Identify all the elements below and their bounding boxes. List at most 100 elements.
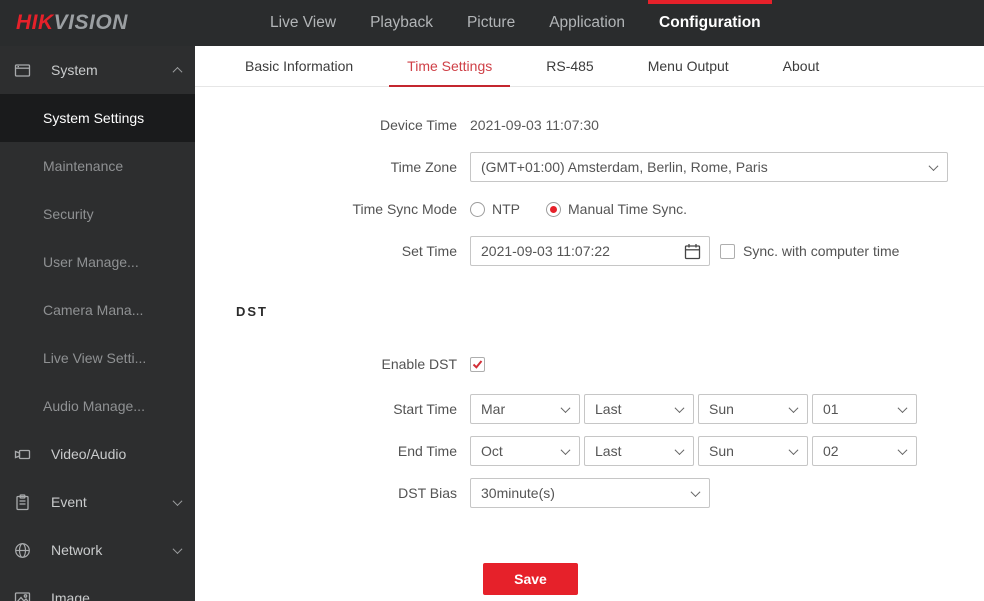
tab-time-settings[interactable]: Time Settings	[380, 46, 519, 87]
tab-basic-information[interactable]: Basic Information	[218, 46, 380, 86]
tab-label: About	[782, 58, 820, 74]
end-day-value: Sun	[709, 443, 734, 459]
time-zone-select[interactable]: (GMT+01:00) Amsterdam, Berlin, Rome, Par…	[470, 152, 948, 182]
chevron-down-icon	[172, 495, 183, 506]
manual-time-sync-label: Manual Time Sync.	[568, 201, 688, 217]
nav-label: Live View	[270, 14, 337, 31]
nav-application[interactable]: Application	[532, 0, 642, 46]
set-time-row: Set Time Sync. with computer time	[195, 236, 984, 266]
time-sync-mode-row: Time Sync Mode NTP Manual Time Sync.	[195, 194, 984, 224]
nav-label: Playback	[370, 14, 433, 31]
calendar-icon[interactable]	[684, 243, 701, 260]
start-hour-value: 01	[823, 401, 839, 417]
tab-label: Basic Information	[245, 58, 354, 74]
start-hour-select[interactable]: 01	[812, 394, 917, 424]
tab-menu-output[interactable]: Menu Output	[621, 46, 756, 86]
end-month-value: Oct	[481, 443, 503, 459]
nav-picture[interactable]: Picture	[450, 0, 532, 46]
enable-dst-label: Enable DST	[381, 356, 457, 372]
sidebar-group-video-audio[interactable]: Video/Audio	[0, 430, 195, 478]
nav-configuration[interactable]: Configuration	[642, 0, 778, 46]
chevron-down-icon	[560, 402, 571, 413]
tab-about[interactable]: About	[756, 46, 847, 86]
end-week-value: Last	[595, 443, 622, 459]
end-day-select[interactable]: Sun	[698, 436, 808, 466]
sidebar-item-camera-management[interactable]: Camera Mana...	[0, 286, 195, 334]
sync-computer-label: Sync. with computer time	[743, 243, 900, 259]
start-day-value: Sun	[709, 401, 734, 417]
ntp-radio[interactable]	[470, 201, 485, 217]
chevron-up-icon	[172, 66, 183, 77]
chevron-down-icon	[897, 402, 908, 413]
start-time-label: Start Time	[393, 401, 457, 417]
time-zone-selected-value: (GMT+01:00) Amsterdam, Berlin, Rome, Par…	[481, 159, 768, 175]
end-time-label: End Time	[397, 443, 457, 459]
sidebar-group-image[interactable]: Image	[0, 574, 195, 601]
device-time-label: Device Time	[379, 117, 457, 133]
end-month-select[interactable]: Oct	[470, 436, 580, 466]
end-week-select[interactable]: Last	[584, 436, 694, 466]
active-nav-indicator	[648, 0, 772, 4]
sidebar-item-security[interactable]: Security	[0, 190, 195, 238]
sidebar-group-label: Network	[51, 542, 103, 558]
dst-bias-select[interactable]: 30minute(s)	[470, 478, 710, 508]
sidebar-item-live-view-settings[interactable]: Live View Setti...	[0, 334, 195, 382]
time-zone-row: Time Zone (GMT+01:00) Amsterdam, Berlin,…	[195, 152, 984, 182]
sidebar-item-audio-management[interactable]: Audio Manage...	[0, 382, 195, 430]
sync-computer-checkbox[interactable]	[720, 243, 735, 259]
sidebar-group-system[interactable]: System	[0, 46, 195, 94]
settings-tabbar: Basic Information Time Settings RS-485 M…	[195, 46, 984, 87]
chevron-down-icon	[560, 444, 571, 455]
enable-dst-checkbox[interactable]	[470, 356, 485, 372]
nav-live-view[interactable]: Live View	[253, 0, 353, 46]
chevron-down-icon	[674, 444, 685, 455]
tab-rs485[interactable]: RS-485	[519, 46, 620, 86]
manual-time-sync-radio[interactable]	[546, 201, 561, 217]
dst-bias-value: 30minute(s)	[481, 485, 555, 501]
nav-playback[interactable]: Playback	[353, 0, 450, 46]
nav-label: Application	[549, 14, 626, 31]
network-icon	[14, 542, 31, 559]
start-time-row: Start Time Mar Last Sun 01	[195, 394, 984, 424]
sidebar-group-label: Image	[51, 590, 90, 601]
chevron-down-icon	[788, 402, 799, 413]
time-sync-mode-label: Time Sync Mode	[352, 201, 457, 217]
sidebar-item-label: Audio Manage...	[43, 398, 145, 414]
set-time-input[interactable]	[481, 243, 679, 259]
dst-bias-row: DST Bias 30minute(s)	[195, 478, 984, 508]
start-month-value: Mar	[481, 401, 506, 417]
start-day-select[interactable]: Sun	[698, 394, 808, 424]
device-time-row: Device Time 2021-09-03 11:07:30	[195, 110, 984, 140]
chevron-down-icon	[172, 543, 183, 554]
ntp-radio-option[interactable]: NTP	[470, 201, 520, 217]
chevron-down-icon	[897, 444, 908, 455]
manual-time-sync-radio-option[interactable]: Manual Time Sync.	[546, 201, 687, 217]
set-time-field	[470, 236, 710, 266]
sidebar-group-network[interactable]: Network	[0, 526, 195, 574]
chevron-down-icon	[674, 402, 685, 413]
chevron-down-icon	[690, 486, 701, 497]
start-month-select[interactable]: Mar	[470, 394, 580, 424]
hikvision-logo: HIK VISION	[0, 0, 195, 46]
sidebar-group-event[interactable]: Event	[0, 478, 195, 526]
end-time-row: End Time Oct Last Sun 02	[195, 436, 984, 466]
tab-label: Menu Output	[647, 58, 729, 74]
time-sync-radio-group: NTP Manual Time Sync.	[470, 201, 713, 217]
sidebar-item-system-settings[interactable]: System Settings	[0, 94, 195, 142]
time-zone-label: Time Zone	[390, 159, 457, 175]
enable-dst-row: Enable DST	[195, 349, 984, 379]
sync-computer-option[interactable]: Sync. with computer time	[720, 243, 899, 259]
sidebar-group-label: Event	[51, 494, 87, 510]
sidebar-item-maintenance[interactable]: Maintenance	[0, 142, 195, 190]
system-icon	[14, 62, 31, 79]
sidebar-item-label: Live View Setti...	[43, 350, 147, 366]
end-hour-select[interactable]: 02	[812, 436, 917, 466]
sidebar-item-user-management[interactable]: User Manage...	[0, 238, 195, 286]
logo-hik: HIK	[16, 11, 54, 34]
tab-label: RS-485	[546, 58, 594, 74]
start-week-select[interactable]: Last	[584, 394, 694, 424]
save-button[interactable]: Save	[483, 563, 578, 595]
logo-vision: VISION	[53, 11, 128, 34]
sidebar-item-label: System Settings	[43, 110, 145, 126]
dst-bias-label: DST Bias	[398, 485, 457, 501]
